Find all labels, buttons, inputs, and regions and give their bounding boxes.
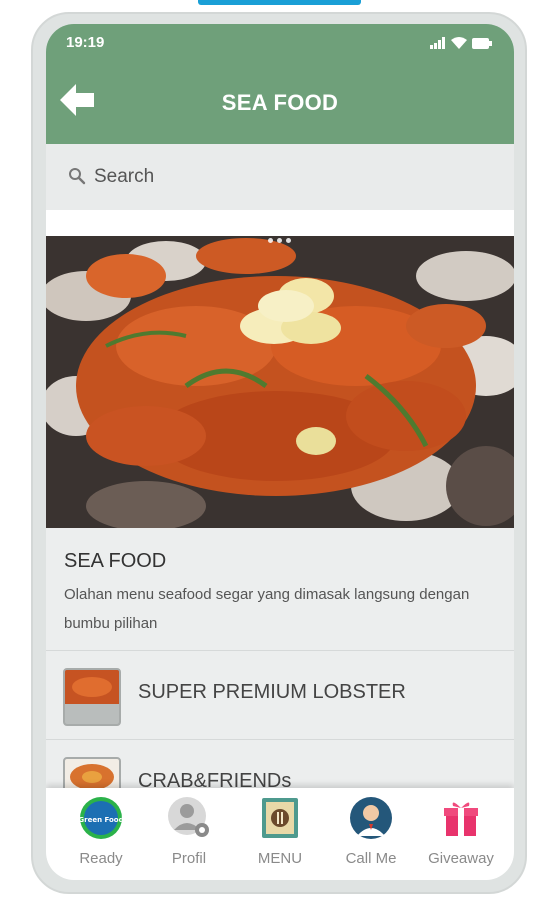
category-description: SEA FOOD Olahan menu seafood segar yang … (46, 528, 514, 650)
search-icon (69, 168, 86, 185)
app-screen: 19:19 SEA FOOD Search SEA FOOD Olahan me… (46, 24, 514, 880)
nav-item-giveaway[interactable]: Giveaway (421, 796, 501, 872)
nav-label-profil: Profil (171, 850, 207, 867)
top-accent-bar (198, 0, 361, 5)
nav-label-giveaway: Giveaway (428, 850, 494, 867)
seafood-banner-image[interactable] (46, 236, 514, 528)
menu-item-super-premium-lobster[interactable]: SUPER PREMIUM LOBSTER (46, 651, 514, 739)
bottom-navigation: Green Food Ready Profil MENU Call Me Giv… (46, 788, 514, 880)
search-input[interactable]: Search (94, 166, 154, 188)
green-food-badge-text: Green Food (79, 816, 123, 824)
profile-gear-icon (168, 797, 209, 837)
lobster-thumbnail (63, 668, 121, 726)
search-bar[interactable]: Search (46, 144, 514, 210)
seafood-platter-illustration (46, 236, 514, 528)
status-icons (430, 37, 492, 49)
battery-icon (472, 38, 492, 49)
spacer (46, 210, 514, 236)
nav-item-ready[interactable]: Green Food Ready (61, 796, 141, 872)
nav-label-ready: Ready (79, 850, 123, 867)
app-bar: SEA FOOD (46, 62, 514, 144)
nav-item-call-me[interactable]: Call Me (331, 796, 411, 872)
category-title: SEA FOOD (64, 550, 167, 572)
nav-item-menu[interactable]: MENU (240, 796, 320, 872)
nav-label-menu: MENU (257, 850, 303, 867)
nav-label-call-me: Call Me (345, 850, 397, 867)
carousel-indicator (268, 238, 291, 243)
signal-icon (430, 37, 445, 49)
nav-item-profil[interactable]: Profil (149, 796, 229, 872)
green-food-logo-icon: Green Food (79, 797, 123, 839)
waiter-avatar-icon (350, 797, 392, 839)
wifi-icon (451, 37, 467, 49)
status-bar: 19:19 (46, 24, 514, 62)
gift-icon (444, 802, 478, 836)
menu-item-label: SUPER PREMIUM LOBSTER (138, 681, 406, 703)
page-title: SEA FOOD (221, 90, 339, 115)
status-time: 19:19 (66, 34, 105, 51)
menu-book-icon (262, 798, 298, 838)
category-description-text: Olahan menu seafood segar yang dimasak l… (64, 586, 470, 632)
